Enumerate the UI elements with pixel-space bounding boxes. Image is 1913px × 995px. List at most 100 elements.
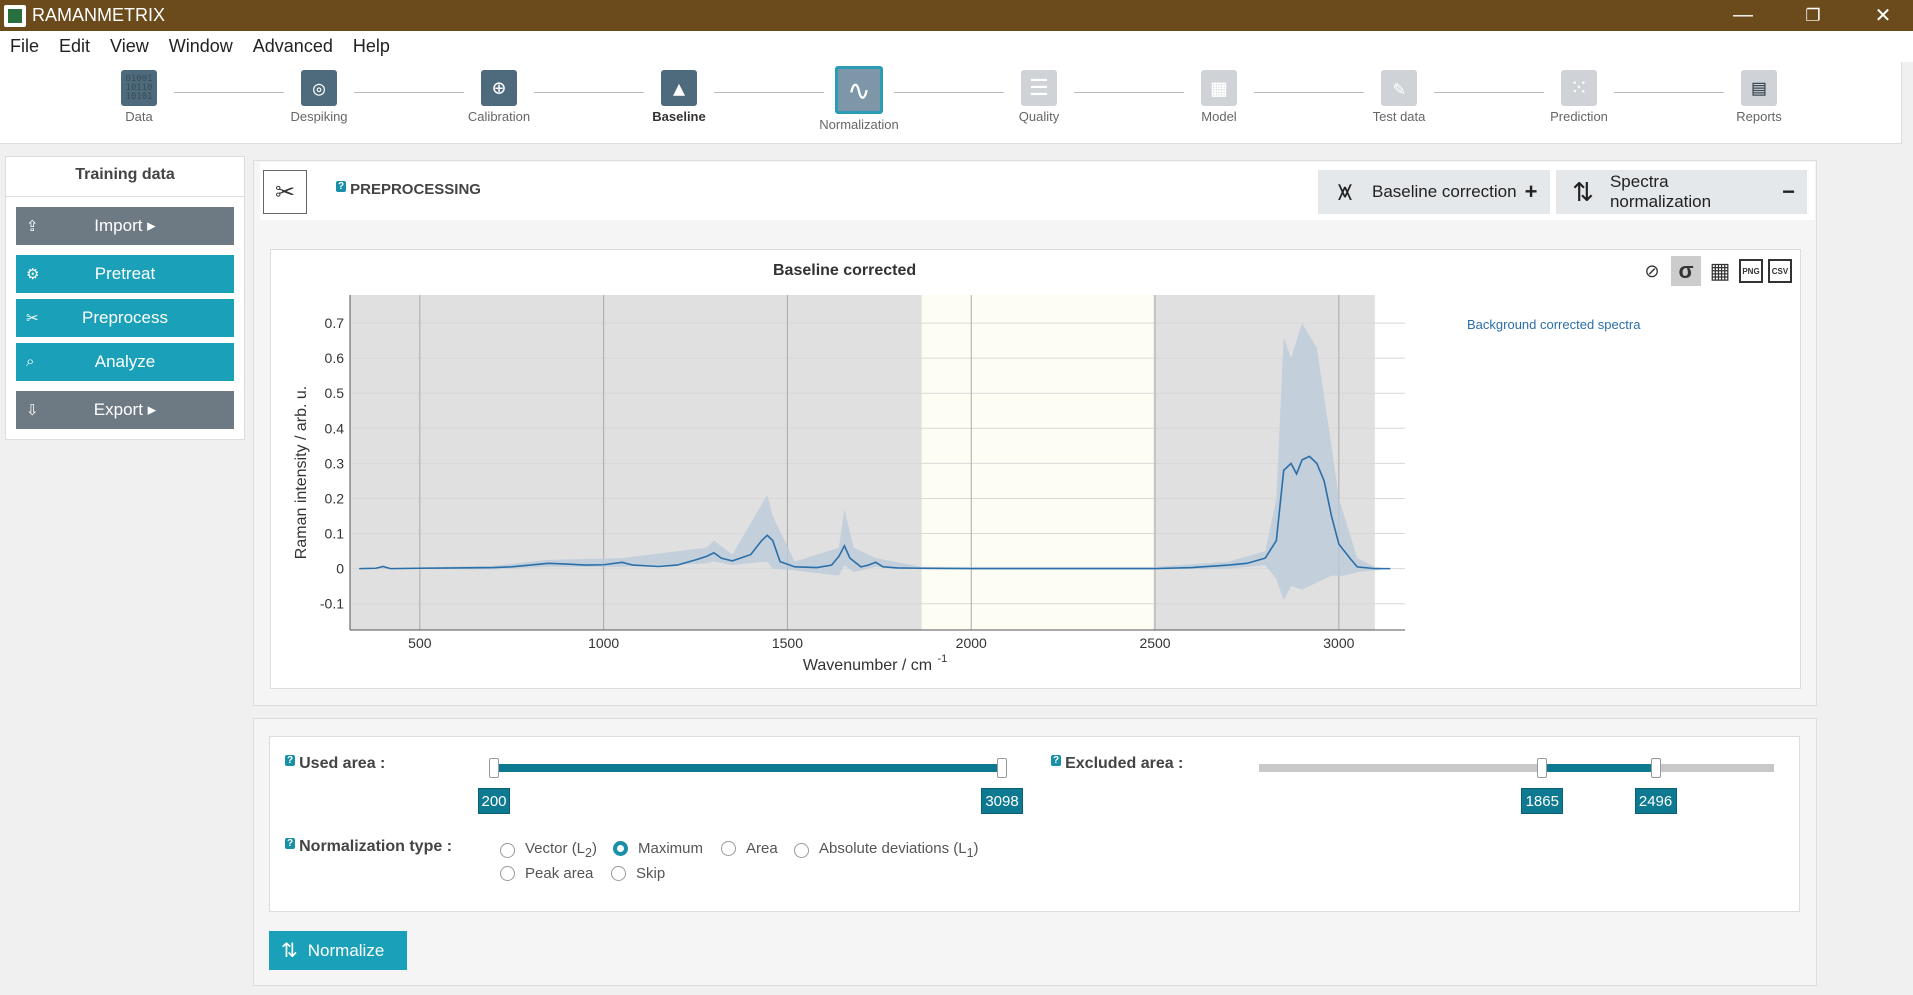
radio-peak-area[interactable]: Peak area	[500, 865, 593, 882]
step-label: Calibration	[467, 109, 531, 124]
restore-button[interactable]: ❐	[1790, 0, 1836, 31]
used-area-max-handle[interactable]	[997, 758, 1007, 778]
analyze-icon: ⌕	[26, 353, 35, 370]
pretreat-icon: ⚙	[26, 266, 40, 283]
prediction-icon: ⁙	[1561, 70, 1597, 106]
radio-label: Absolute deviations (L1)	[819, 840, 979, 860]
preprocess-icon: ✂	[26, 310, 39, 327]
hide-eye-icon[interactable]: ⊘	[1637, 256, 1667, 286]
close-button[interactable]: ✕	[1860, 0, 1906, 31]
chart-container	[270, 249, 1801, 689]
normalization-type-label: ? Normalization type :	[285, 838, 452, 856]
test-data-icon: ✎	[1381, 70, 1417, 106]
step-label: Data	[125, 109, 153, 124]
legend-item[interactable]: Background corrected spectra	[1467, 317, 1640, 332]
sigma-icon[interactable]: σ	[1671, 256, 1701, 286]
analyze-label: Analyze	[94, 352, 156, 371]
excluded-area-min-value: 1865	[1521, 788, 1564, 814]
radio-circle[interactable]	[794, 842, 809, 858]
download-icon: ⇩	[26, 402, 39, 419]
collapse-minus-icon: −	[1782, 179, 1795, 204]
upload-icon: ⇪	[26, 218, 39, 235]
used-area-max-value: 3098	[981, 788, 1023, 814]
step-baseline[interactable]: ▲ Baseline	[619, 70, 739, 124]
reports-icon: ▤	[1741, 70, 1777, 106]
menu-file[interactable]: File	[0, 36, 49, 57]
binary-data-icon: 01001 10110 10101	[121, 70, 157, 106]
radio-circle[interactable]	[611, 866, 626, 881]
import-button[interactable]: ⇪ Import ▸	[16, 207, 234, 245]
normalize-label: Normalize	[307, 940, 385, 960]
step-calibration[interactable]: ⊕ Calibration	[439, 70, 559, 124]
radio-maximum[interactable]: Maximum	[613, 840, 703, 857]
excluded-area-slider-track[interactable]	[1259, 764, 1774, 772]
radio-circle-selected[interactable]	[613, 841, 628, 856]
radio-circle[interactable]	[500, 866, 515, 881]
app-icon	[4, 4, 26, 27]
step-label: Quality	[1018, 109, 1060, 124]
preprocessing-icon: ✂	[263, 170, 307, 214]
radio-label: Area	[746, 840, 778, 857]
analyze-button[interactable]: ⌕ Analyze	[16, 343, 234, 381]
radio-label: Peak area	[525, 865, 594, 882]
expand-plus-icon: +	[1524, 179, 1538, 204]
step-despiking[interactable]: ◎ Despiking	[259, 70, 379, 124]
menu-view[interactable]: View	[100, 36, 159, 57]
step-quality[interactable]: ☰ Quality	[979, 70, 1099, 124]
radio-area[interactable]: Area	[721, 840, 778, 857]
help-icon[interactable]: ?	[336, 181, 347, 192]
normalize-button[interactable]: ⇅ Normalize	[269, 931, 407, 970]
png-export-icon[interactable]: PNG	[1739, 259, 1763, 283]
excluded-area-slider-fill	[1542, 764, 1656, 772]
grid-icon[interactable]: ▦	[1705, 256, 1735, 286]
normalization-icon: ∿	[835, 66, 883, 114]
preprocess-button[interactable]: ✂ Preprocess	[16, 299, 234, 337]
step-label: Baseline	[652, 109, 706, 124]
used-area-min-handle[interactable]	[489, 758, 499, 778]
menu-window[interactable]: Window	[159, 36, 243, 57]
step-test-data[interactable]: ✎ Test data	[1339, 70, 1459, 124]
help-icon[interactable]: ?	[285, 838, 296, 849]
step-label: Prediction	[1550, 109, 1608, 124]
despiking-icon: ◎	[301, 70, 337, 106]
baseline-icon: ⩙	[1337, 176, 1353, 206]
radio-label: Vector (L2)	[525, 840, 597, 860]
export-label: Export ▸	[93, 400, 157, 419]
baseline-icon: ▲	[661, 70, 697, 106]
preprocessing-title-text: PREPROCESSING	[350, 181, 481, 198]
help-icon[interactable]: ?	[285, 755, 296, 766]
baseline-correction-button[interactable]: ⩙ Baseline correction +	[1318, 170, 1550, 214]
step-normalization[interactable]: ∿ Normalization	[799, 66, 919, 132]
radio-vector-l2[interactable]: Vector (L2)	[500, 840, 597, 860]
menu-edit[interactable]: Edit	[49, 36, 100, 57]
step-data[interactable]: 01001 10110 10101 Data	[79, 70, 199, 124]
used-area-text: Used area :	[299, 755, 386, 772]
excluded-area-max-handle[interactable]	[1650, 758, 1661, 778]
radio-absolute-deviations-l1[interactable]: Absolute deviations (L1)	[794, 840, 979, 860]
menu-help[interactable]: Help	[343, 36, 400, 57]
step-prediction[interactable]: ⁙ Prediction	[1519, 70, 1639, 124]
step-model[interactable]: ▦ Model	[1159, 70, 1279, 124]
import-label: Import ▸	[94, 216, 156, 235]
step-reports[interactable]: ▤ Reports	[1699, 70, 1819, 124]
menu-advanced[interactable]: Advanced	[243, 36, 343, 57]
preprocessing-title: ? PREPROCESSING	[336, 181, 481, 198]
preprocess-label: Preprocess	[82, 308, 168, 327]
normalization-icon: ⇅	[1572, 176, 1594, 207]
help-icon[interactable]: ?	[1051, 755, 1062, 766]
radio-circle[interactable]	[500, 842, 515, 858]
spectra-normalization-label: Spectra normalization	[1609, 172, 1712, 211]
radio-skip[interactable]: Skip	[611, 865, 665, 882]
calibration-icon: ⊕	[481, 70, 517, 106]
excluded-area-min-handle[interactable]	[1537, 758, 1548, 778]
radio-circle[interactable]	[721, 841, 736, 856]
pretreat-button[interactable]: ⚙ Pretreat	[16, 255, 234, 293]
excluded-area-text: Excluded area :	[1065, 755, 1184, 772]
minimize-button[interactable]: —	[1720, 0, 1766, 31]
baseline-correction-label: Baseline correction	[1372, 182, 1517, 201]
csv-export-icon[interactable]: CSV	[1768, 259, 1792, 283]
step-label: Model	[1201, 109, 1237, 124]
pretreat-label: Pretreat	[94, 264, 156, 283]
export-button[interactable]: ⇩ Export ▸	[16, 391, 234, 429]
spectra-normalization-button[interactable]: ⇅ Spectra normalization −	[1556, 170, 1807, 214]
